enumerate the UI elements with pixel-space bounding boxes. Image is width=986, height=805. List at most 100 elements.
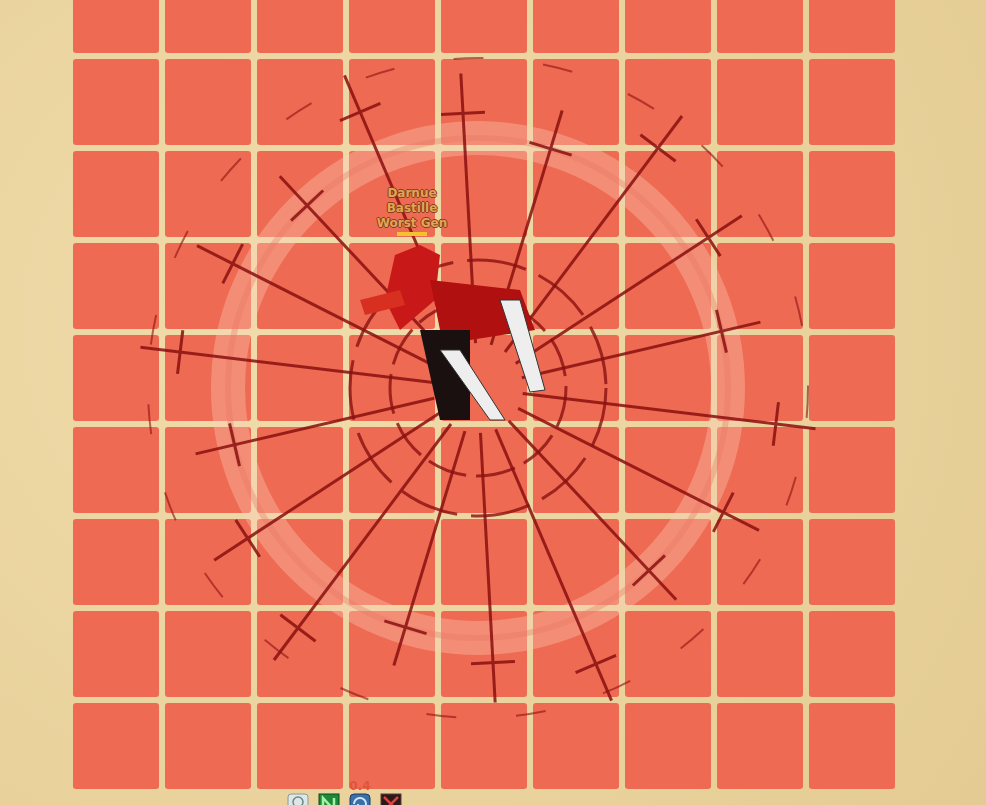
swords-icon bbox=[380, 793, 402, 805]
grid-tile[interactable] bbox=[717, 519, 803, 605]
grid-tile[interactable] bbox=[717, 703, 803, 789]
grid-tile[interactable] bbox=[349, 519, 435, 605]
grid-tile[interactable] bbox=[349, 59, 435, 145]
grid-tile[interactable] bbox=[441, 703, 527, 789]
grid-tile[interactable] bbox=[257, 611, 343, 697]
player[interactable]: DarnueBastilleWorst Gen bbox=[360, 186, 550, 236]
grid-tile[interactable] bbox=[717, 427, 803, 513]
grid-tile[interactable] bbox=[441, 519, 527, 605]
grid-tile[interactable] bbox=[533, 59, 619, 145]
grid-tile[interactable] bbox=[717, 243, 803, 329]
grid-tile[interactable] bbox=[257, 519, 343, 605]
grid-tile[interactable] bbox=[809, 151, 895, 237]
grid-tile[interactable] bbox=[809, 0, 895, 53]
name-line: Darnue bbox=[387, 186, 436, 201]
grid-tile[interactable] bbox=[165, 335, 251, 421]
grid-tile[interactable] bbox=[625, 243, 711, 329]
grid-tile[interactable] bbox=[349, 611, 435, 697]
grid-tile[interactable] bbox=[165, 703, 251, 789]
grid-tile[interactable] bbox=[717, 611, 803, 697]
grid-tile[interactable] bbox=[533, 427, 619, 513]
tile-grid bbox=[0, 0, 986, 789]
grid-tile[interactable] bbox=[73, 611, 159, 697]
grid-tile[interactable] bbox=[441, 59, 527, 145]
grid-tile[interactable] bbox=[809, 611, 895, 697]
grid-tile[interactable] bbox=[809, 427, 895, 513]
grid-tile[interactable] bbox=[717, 59, 803, 145]
character-sprite bbox=[360, 245, 545, 420]
grid-tile[interactable] bbox=[441, 611, 527, 697]
grid-tile[interactable] bbox=[625, 335, 711, 421]
hotbar-slot[interactable]: 0.4 bbox=[349, 780, 371, 805]
grid-tile[interactable] bbox=[257, 243, 343, 329]
grid-tile[interactable] bbox=[533, 611, 619, 697]
grid-tile[interactable] bbox=[441, 151, 527, 237]
grid-tile[interactable] bbox=[441, 0, 527, 53]
hotbar-slot[interactable] bbox=[318, 780, 340, 805]
grid-tile[interactable] bbox=[441, 427, 527, 513]
grid-tile[interactable] bbox=[73, 427, 159, 513]
grid-tile[interactable] bbox=[625, 0, 711, 53]
name-line: Worst Gen bbox=[377, 216, 448, 231]
grid-tile[interactable] bbox=[809, 243, 895, 329]
grid-tile[interactable] bbox=[625, 703, 711, 789]
grid-tile[interactable] bbox=[717, 151, 803, 237]
grid-tile[interactable] bbox=[533, 335, 619, 421]
hotbar-slot[interactable] bbox=[380, 780, 402, 805]
grid-tile[interactable] bbox=[73, 519, 159, 605]
grid-tile[interactable] bbox=[165, 0, 251, 53]
grid-tile[interactable] bbox=[625, 151, 711, 237]
grid-tile[interactable] bbox=[717, 0, 803, 53]
grid-tile[interactable] bbox=[625, 59, 711, 145]
grid-tile[interactable] bbox=[73, 335, 159, 421]
name-line: Bastille bbox=[387, 201, 438, 216]
grid-tile[interactable] bbox=[441, 335, 527, 421]
grid-tile[interactable] bbox=[257, 151, 343, 237]
grid-tile[interactable] bbox=[165, 611, 251, 697]
grid-tile[interactable] bbox=[625, 519, 711, 605]
grid-tile[interactable] bbox=[257, 703, 343, 789]
grid-tile[interactable] bbox=[165, 427, 251, 513]
grid-tile[interactable] bbox=[349, 427, 435, 513]
grid-tile[interactable] bbox=[349, 0, 435, 53]
grid-tile[interactable] bbox=[257, 427, 343, 513]
leaf-icon bbox=[318, 793, 340, 805]
grid-tile[interactable] bbox=[717, 335, 803, 421]
grid-tile[interactable] bbox=[165, 59, 251, 145]
grid-tile[interactable] bbox=[441, 243, 527, 329]
grid-tile[interactable] bbox=[349, 335, 435, 421]
spell-circle bbox=[0, 0, 986, 805]
grid-tile[interactable] bbox=[165, 243, 251, 329]
grid-tile[interactable] bbox=[809, 59, 895, 145]
grid-tile[interactable] bbox=[533, 243, 619, 329]
grid-tile[interactable] bbox=[73, 151, 159, 237]
cooldown-text: 0.4 bbox=[349, 780, 370, 793]
grid-tile[interactable] bbox=[257, 335, 343, 421]
grid-tile[interactable] bbox=[165, 519, 251, 605]
grid-tile[interactable] bbox=[257, 59, 343, 145]
grid-tile[interactable] bbox=[257, 0, 343, 53]
grid-tile[interactable] bbox=[809, 519, 895, 605]
grid-tile[interactable] bbox=[533, 519, 619, 605]
hotbar: 0.4 bbox=[287, 780, 402, 805]
player-name: DarnueBastilleWorst Gen bbox=[360, 186, 464, 236]
health-bar bbox=[397, 232, 427, 236]
grid-tile[interactable] bbox=[73, 0, 159, 53]
grid-tile[interactable] bbox=[809, 335, 895, 421]
game-scene: DarnueBastilleWorst Gen 0.4 bbox=[0, 0, 986, 805]
grid-tile[interactable] bbox=[533, 151, 619, 237]
grid-tile[interactable] bbox=[809, 703, 895, 789]
grid-tile[interactable] bbox=[625, 427, 711, 513]
grid-tile[interactable] bbox=[349, 703, 435, 789]
grid-tile[interactable] bbox=[73, 243, 159, 329]
grid-tile[interactable] bbox=[625, 611, 711, 697]
grid-tile[interactable] bbox=[165, 151, 251, 237]
scroll-icon bbox=[287, 793, 309, 805]
grid-tile[interactable] bbox=[73, 703, 159, 789]
grid-tile[interactable] bbox=[73, 59, 159, 145]
hotbar-slot[interactable] bbox=[287, 780, 309, 805]
grid-tile[interactable] bbox=[533, 0, 619, 53]
grid-tile[interactable] bbox=[533, 703, 619, 789]
grid-tile[interactable] bbox=[349, 243, 435, 329]
swirl-icon bbox=[349, 793, 371, 805]
